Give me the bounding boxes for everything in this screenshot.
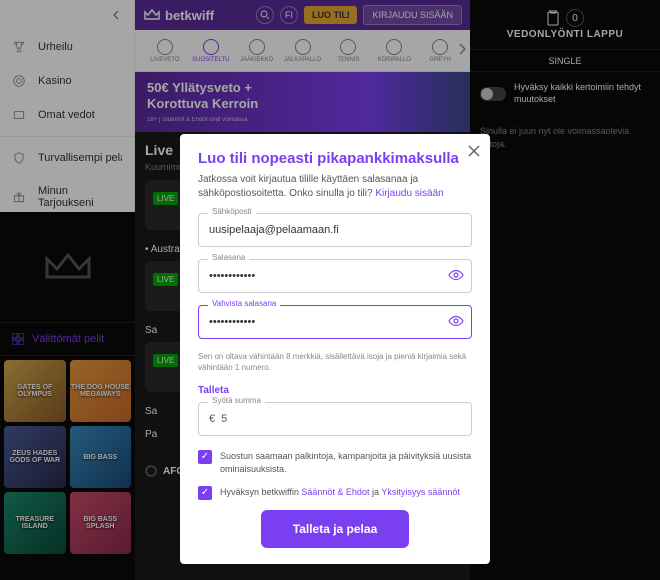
marketing-consent-row: ✓ Suostun saamaan palkintoja, kampanjoit… bbox=[198, 450, 472, 475]
password-label: Salasana bbox=[208, 253, 249, 262]
deposit-label: Syötä summa bbox=[208, 396, 265, 405]
terms-checkbox[interactable]: ✓ bbox=[198, 486, 212, 500]
eye-icon bbox=[448, 267, 464, 283]
close-button[interactable] bbox=[468, 144, 480, 162]
modal-subtitle: Jatkossa voit kirjautua tilille käyttäen… bbox=[198, 173, 472, 201]
email-field-wrapper: Sähköposti bbox=[198, 213, 472, 247]
terms-link[interactable]: Säännöt & Ehdot bbox=[301, 487, 369, 497]
currency-symbol: € bbox=[209, 413, 215, 425]
privacy-link[interactable]: Yksityisyys säännöt bbox=[381, 487, 460, 497]
login-link[interactable]: Kirjaudu sisään bbox=[375, 188, 443, 199]
eye-icon bbox=[448, 313, 464, 329]
submit-button[interactable]: Talleta ja pelaa bbox=[261, 510, 410, 548]
confirm-password-field-wrapper: Vahvista salasana bbox=[198, 305, 472, 339]
password-hint: Sen on oltava vähintään 8 merkkiä, sisäl… bbox=[198, 351, 472, 373]
toggle-password-visibility[interactable] bbox=[448, 267, 464, 288]
toggle-confirm-visibility[interactable] bbox=[448, 313, 464, 334]
deposit-section-label: Talleta bbox=[198, 385, 472, 396]
modal-title: Luo tili nopeasti pikapankkimaksulla bbox=[198, 150, 472, 167]
deposit-field-wrapper: Syötä summa € 5 bbox=[198, 402, 472, 436]
email-input[interactable] bbox=[198, 213, 472, 247]
confirm-password-label: Vahvista salasana bbox=[208, 299, 280, 308]
deposit-value: 5 bbox=[221, 413, 227, 425]
signup-modal: Luo tili nopeasti pikapankkimaksulla Jat… bbox=[180, 134, 490, 564]
password-input[interactable] bbox=[198, 259, 472, 293]
email-label: Sähköposti bbox=[208, 207, 256, 216]
marketing-checkbox[interactable]: ✓ bbox=[198, 450, 212, 464]
password-field-wrapper: Salasana bbox=[198, 259, 472, 293]
close-icon bbox=[468, 145, 480, 157]
terms-consent-row: ✓ Hyväksyn betkwiffin Säännöt & Ehdot ja… bbox=[198, 486, 472, 500]
deposit-input[interactable]: € 5 bbox=[198, 402, 472, 436]
marketing-label: Suostun saamaan palkintoja, kampanjoita … bbox=[220, 450, 472, 475]
confirm-password-input[interactable] bbox=[198, 305, 472, 339]
